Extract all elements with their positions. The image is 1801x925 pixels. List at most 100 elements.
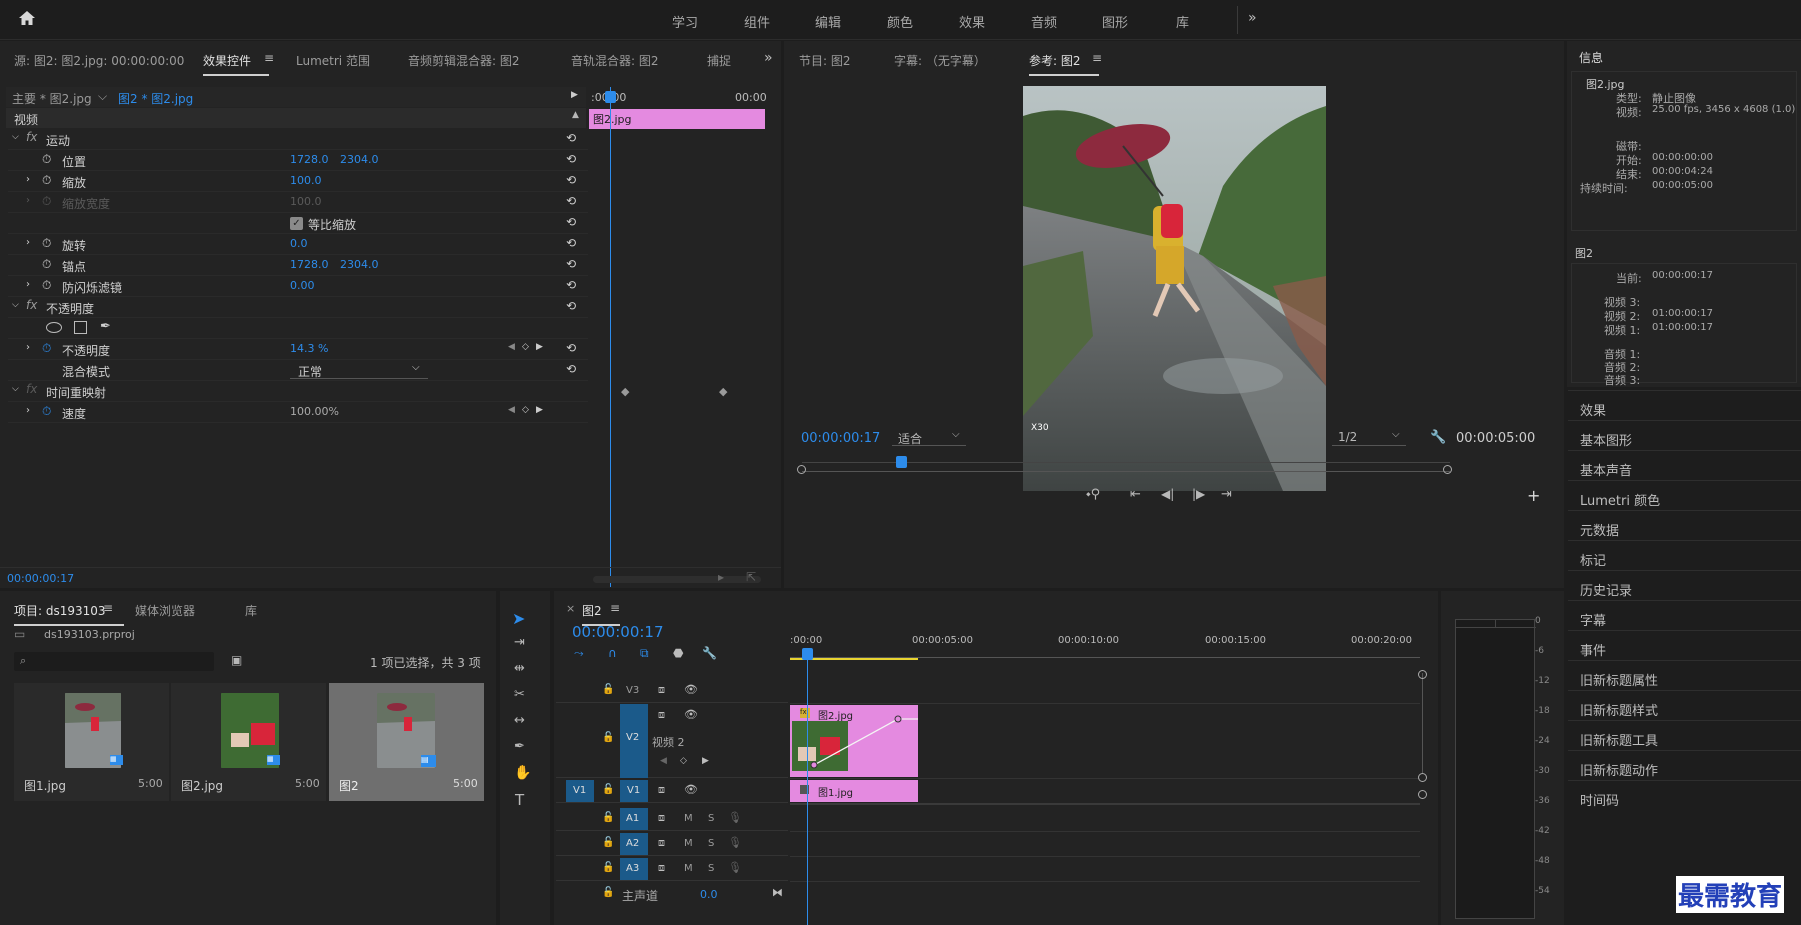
resolution-dropdown[interactable]: 1/2 ⌵ [1332, 429, 1406, 446]
keyframe-icon[interactable]: ◆ [719, 385, 727, 398]
next-keyframe-icon[interactable]: ▶ [536, 405, 543, 415]
pen-mask-icon[interactable]: ✒ [100, 319, 111, 334]
mic-icon[interactable]: 🎙 [728, 861, 742, 874]
tab-libraries[interactable]: 库 [245, 602, 257, 619]
eye-icon[interactable]: 👁 [684, 683, 698, 696]
tab-project[interactable]: 项目: ds193103 [14, 602, 124, 626]
panel-events[interactable]: 事件 [1568, 630, 1801, 660]
tab-audio-clip-mixer[interactable]: 音频剪辑混合器: 图2 [408, 52, 520, 69]
mic-icon[interactable]: 🎙 [728, 811, 742, 824]
stopwatch-icon[interactable]: ⏱ [42, 278, 51, 293]
lock-icon[interactable]: 🔓 [602, 837, 614, 848]
workspace-color[interactable]: 颜色 [887, 12, 913, 31]
marker-icon[interactable]: ⬩⚲ [1086, 487, 1100, 502]
timeline-playhead-handle[interactable] [802, 648, 813, 660]
filter-icon[interactable]: ▸ [718, 570, 724, 584]
hand-tool-icon[interactable]: ✋ [514, 765, 531, 781]
lock-icon[interactable]: 🔓 [602, 887, 614, 898]
effect-timecode[interactable]: 00:00:00:17 [7, 572, 74, 585]
tab-source[interactable]: 源: 图2: 图2.jpg: 00:00:00:00 [14, 52, 184, 69]
track-target-a2[interactable]: A2 [620, 833, 648, 855]
scrub-bar[interactable] [802, 471, 1450, 472]
mini-playhead-handle[interactable] [605, 91, 616, 103]
program-timecode[interactable]: 00:00:00:17 [801, 431, 880, 446]
keyframe-icon[interactable]: ◆ [621, 385, 629, 398]
position-y-value[interactable]: 2304.0 [340, 153, 379, 166]
blend-mode-dropdown[interactable]: 正常 ⌵ [290, 361, 428, 379]
tab-program[interactable]: 节目: 图2 [799, 52, 851, 69]
add-keyframe-icon[interactable]: ◇ [522, 342, 529, 352]
timeline-clip-v2[interactable]: 图2.jpg fx [790, 705, 918, 777]
solo-button[interactable]: S [708, 863, 714, 874]
play-icon[interactable]: |▶ [1192, 487, 1205, 501]
eye-icon[interactable]: 👁 [684, 708, 698, 721]
master-clip-label[interactable]: 主要 * 图2.jpg [12, 90, 92, 107]
panel-history[interactable]: 历史记录 [1568, 570, 1801, 600]
tab-capture[interactable]: 捕捉 [707, 52, 731, 69]
stopwatch-icon[interactable]: ⏱ [42, 236, 51, 251]
rotation-value[interactable]: 0.0 [290, 237, 308, 250]
fit-dropdown[interactable]: 适合 ⌵ [892, 429, 966, 446]
effect-motion-row[interactable]: ⌵ fx 运动 ⟲ [8, 129, 588, 150]
panel-menu-icon[interactable]: ≡ [610, 601, 620, 615]
selection-tool-icon[interactable]: ➤ [512, 609, 525, 628]
speed-value[interactable]: 100.00% [290, 405, 339, 418]
reset-icon[interactable]: ⟲ [566, 131, 576, 145]
lock-icon[interactable]: 🔓 [602, 684, 614, 695]
close-tab-icon[interactable]: × [566, 602, 575, 615]
play-triangle-icon[interactable]: ▶ [571, 90, 578, 100]
sync-lock-icon[interactable]: ⧈ [658, 783, 665, 797]
mute-button[interactable]: M [684, 838, 693, 849]
reset-icon[interactable]: ⟲ [566, 341, 576, 355]
step-back-icon[interactable]: ◀| [1161, 487, 1174, 501]
tab-media-browser[interactable]: 媒体浏览器 [135, 602, 195, 619]
chevron-down-icon[interactable]: ⌵ [98, 89, 107, 104]
opacity-section-row[interactable]: ⌵ fx 不透明度 ⟲ [8, 297, 588, 318]
panel-metadata[interactable]: 元数据 [1568, 510, 1801, 540]
eye-icon[interactable]: 👁 [684, 783, 698, 796]
reset-icon[interactable]: ⟲ [566, 257, 576, 271]
anchor-y-value[interactable]: 2304.0 [340, 258, 379, 271]
timeline-playhead[interactable] [807, 655, 808, 925]
lock-icon[interactable]: 🔓 [602, 862, 614, 873]
more-tabs-icon[interactable]: » [764, 50, 773, 66]
sequence-clip-label[interactable]: 图2 * 图2.jpg [118, 90, 193, 107]
sync-lock-icon[interactable]: ⧈ [658, 836, 665, 850]
ellipse-mask-icon[interactable] [46, 322, 62, 333]
more-workspaces-icon[interactable]: » [1248, 10, 1257, 26]
linked-selection-icon[interactable]: ⧉ [640, 646, 649, 661]
prev-keyframe-icon[interactable]: ◀ [508, 405, 515, 415]
add-marker-icon[interactable]: ⬣ [673, 646, 683, 660]
track-target-a3[interactable]: A3 [620, 858, 648, 880]
tab-lumetri-scopes[interactable]: Lumetri 范围 [296, 52, 370, 69]
opacity-value[interactable]: 14.3 % [290, 342, 328, 355]
tab-effect-controls[interactable]: 效果控件 [203, 52, 270, 76]
panel-legacy-title-actions[interactable]: 旧新标题动作 [1568, 750, 1801, 780]
reset-icon[interactable]: ⟲ [566, 215, 576, 229]
lock-icon[interactable]: 🔓 [602, 784, 614, 795]
mic-icon[interactable]: 🎙 [728, 836, 742, 849]
project-item[interactable]: ▦ 图1.jpg 5:00 [14, 683, 169, 801]
lock-icon[interactable]: 🔓 [602, 732, 614, 743]
source-patch-v1[interactable]: V1 [566, 780, 594, 802]
tab-audio-track-mixer[interactable]: 音轨混合器: 图2 [571, 52, 659, 69]
sync-lock-icon[interactable]: ⧈ [658, 811, 665, 825]
program-playhead[interactable] [896, 456, 907, 468]
panel-legacy-title-styles[interactable]: 旧新标题样式 [1568, 690, 1801, 720]
track-target-v1[interactable]: V1 [620, 780, 648, 802]
go-to-out-icon[interactable]: ⇥ [1221, 487, 1232, 502]
ripple-edit-tool-icon[interactable]: ⇹ [514, 661, 525, 676]
workspace-effects[interactable]: 效果 [959, 12, 985, 31]
workspace-learn[interactable]: 学习 [672, 12, 698, 31]
panel-captions[interactable]: 字幕 [1568, 600, 1801, 630]
track-label-v3[interactable]: V3 [626, 685, 639, 696]
reset-icon[interactable]: ⟲ [566, 236, 576, 250]
panel-legacy-title-properties[interactable]: 旧新标题属性 [1568, 660, 1801, 690]
time-remap-row[interactable]: ⌵ fx 时间重映射 [8, 381, 588, 402]
reset-icon[interactable]: ⟲ [566, 194, 576, 208]
tab-sequence[interactable]: 图2 [582, 602, 619, 626]
next-keyframe-icon[interactable]: ▶ [536, 342, 543, 352]
rectangle-mask-icon[interactable] [74, 321, 87, 334]
anchor-x-value[interactable]: 1728.0 [290, 258, 329, 271]
panel-timecode[interactable]: 时间码 [1568, 780, 1801, 810]
